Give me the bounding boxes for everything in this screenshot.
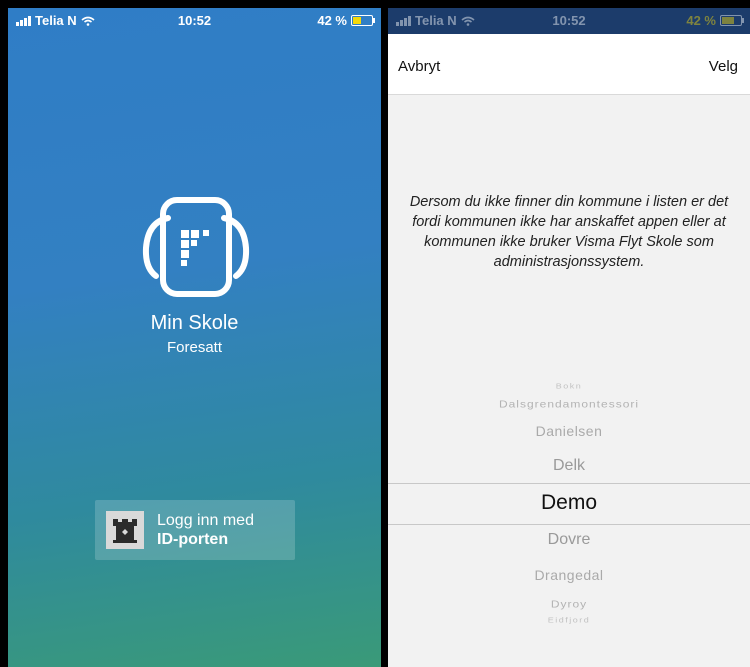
picker-option[interactable]: Dovre <box>388 531 750 549</box>
municipality-picker[interactable]: Bokn Dalsgrendamontessori Danielsen Delk Dem… <box>388 378 750 628</box>
battery-icon <box>351 15 375 26</box>
picker-selection-line-bottom <box>388 524 750 525</box>
app-title: Min Skole <box>150 312 239 334</box>
login-id-porten-button[interactable]: Logg inn med ID-porten <box>95 500 295 560</box>
login-button-line2: ID-porten <box>157 531 229 548</box>
picker-navbar: Avbryt Velg <box>388 34 750 95</box>
select-button[interactable]: Velg <box>709 58 738 75</box>
battery-percent: 42 % <box>317 13 347 28</box>
picker-selection-line-top <box>388 483 750 484</box>
picker-option[interactable]: Dyroy <box>388 598 750 610</box>
picker-option[interactable]: Dalsgrendamontessori <box>388 398 750 410</box>
login-screen: Telia N 10:52 42 % Min Skole Foresatt Lo… <box>8 8 381 667</box>
picker-option[interactable]: Drangedal <box>388 567 750 583</box>
id-porten-icon <box>106 511 144 549</box>
login-button-line1: Logg inn med <box>157 512 254 529</box>
backpack-logo-icon <box>142 197 250 297</box>
picker-option[interactable]: Delk <box>388 457 750 475</box>
battery-icon <box>720 15 744 26</box>
status-bar: Telia N 10:52 42 % <box>388 8 750 34</box>
picker-option[interactable]: Eidfjord <box>388 616 750 625</box>
app-role: Foresatt <box>166 339 223 356</box>
status-bar: Telia N 10:52 42 % <box>8 8 381 34</box>
picker-option[interactable]: Demo <box>388 491 750 515</box>
picker-option[interactable]: Bokn <box>388 382 750 391</box>
picker-screen: Telia N 10:52 42 % Avbryt Velg Dersom du… <box>388 8 750 667</box>
info-text: Dersom du ikke finner din kommune i list… <box>409 194 729 270</box>
picker-option[interactable]: Danielsen <box>388 423 750 439</box>
cancel-button[interactable]: Avbryt <box>398 58 440 75</box>
battery-percent: 42 % <box>686 13 716 28</box>
